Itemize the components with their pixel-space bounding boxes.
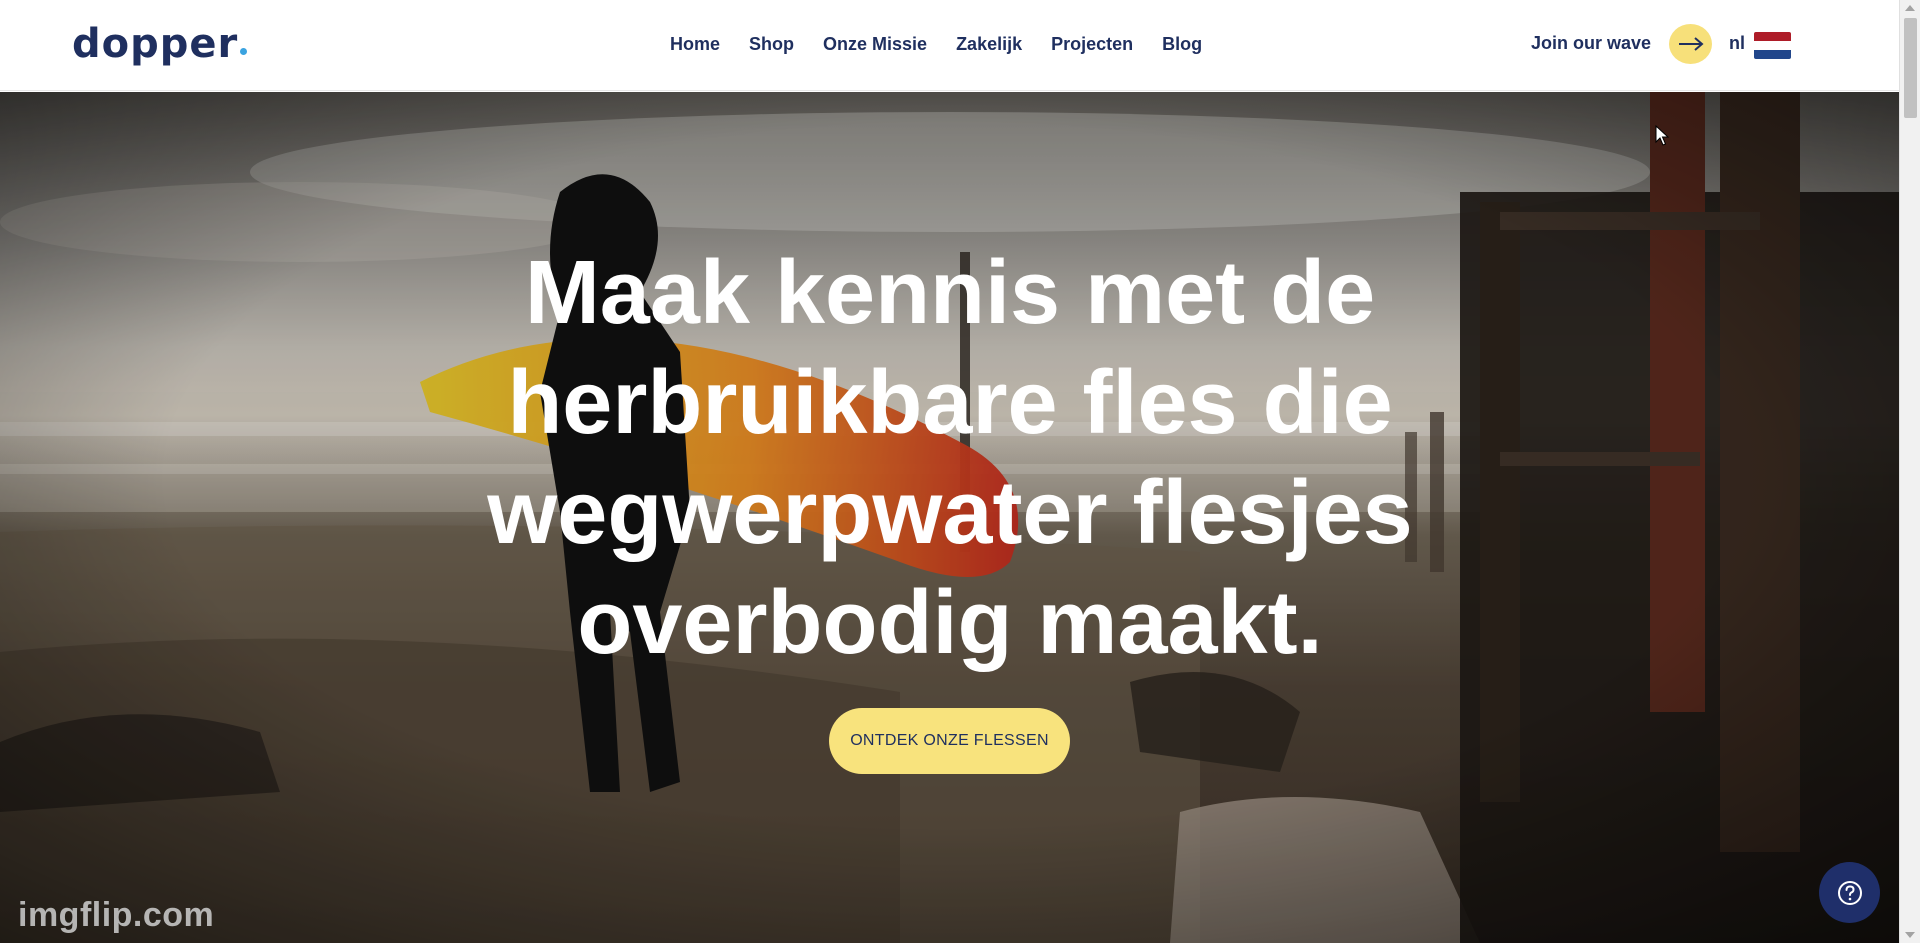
nav-zakelijk[interactable]: Zakelijk [956,34,1022,55]
join-button[interactable] [1669,24,1712,64]
help-button[interactable] [1819,862,1880,923]
language-selector[interactable]: nl [1729,33,1745,54]
nav-blog[interactable]: Blog [1162,34,1202,55]
discover-bottles-button[interactable]: ONTDEK ONZE FLESSEN [829,708,1070,774]
netherlands-flag-icon[interactable] [1754,32,1791,59]
question-mark-icon [1837,880,1862,905]
logo-text: dopper [72,21,239,67]
scroll-up-arrow-icon[interactable] [1905,5,1915,11]
page: dopper Home Shop Onze Missie Zakelijk Pr… [0,0,1920,943]
nav-onze-missie[interactable]: Onze Missie [823,34,927,55]
scrollbar-thumb[interactable] [1904,18,1917,118]
logo-dot [240,47,248,55]
hero-section: Maak kennis met de herbruikbare fles die… [0,92,1899,943]
arrow-right-icon [1678,37,1704,51]
main-nav: Home Shop Onze Missie Zakelijk Projecten… [670,34,1202,55]
page-scrollbar[interactable] [1899,0,1920,943]
hero-title: Maak kennis met de herbruikbare fles die… [487,243,1413,673]
mouse-cursor-icon [1655,125,1669,146]
dopper-logo[interactable]: dopper [72,21,248,67]
scroll-down-arrow-icon[interactable] [1905,932,1915,938]
site-header: dopper Home Shop Onze Missie Zakelijk Pr… [0,0,1899,91]
nav-home[interactable]: Home [670,34,720,55]
join-our-wave-link[interactable]: Join our wave [1531,33,1651,54]
nav-shop[interactable]: Shop [749,34,794,55]
imgflip-watermark: imgflip.com [18,896,215,934]
nav-projecten[interactable]: Projecten [1051,34,1133,55]
